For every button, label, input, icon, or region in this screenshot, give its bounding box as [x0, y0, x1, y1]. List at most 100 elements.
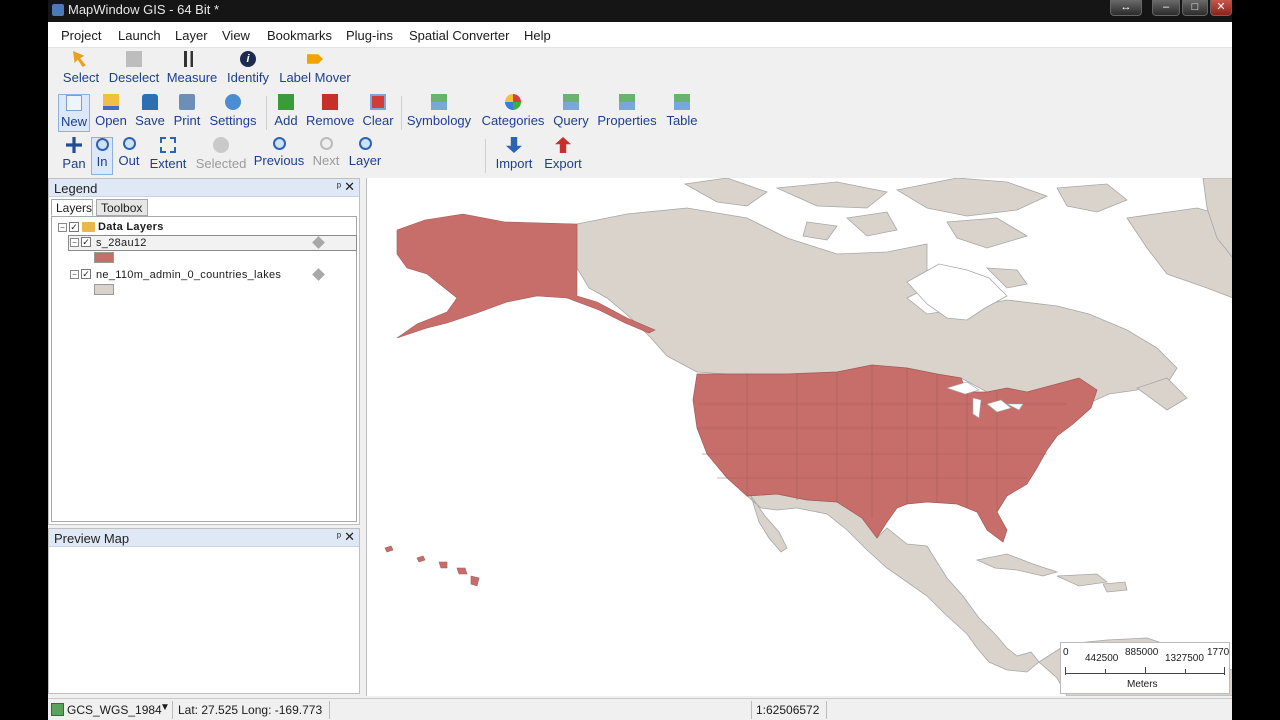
minimize-button[interactable]: – [1152, 0, 1180, 16]
label-mover-button[interactable]: Label Mover [278, 51, 352, 89]
legend-header: Legend ᵖ ✕ [49, 179, 359, 197]
identify-button[interactable]: i Identify [224, 51, 272, 89]
menu-bookmarks[interactable]: Bookmarks [267, 28, 332, 43]
menu-project[interactable]: Project [61, 28, 101, 43]
zoom-out-button[interactable]: Out [116, 137, 142, 175]
layer-checkbox[interactable]: ✓ [81, 269, 91, 279]
new-button[interactable]: New [58, 94, 90, 132]
next-extent-button[interactable]: Next [310, 137, 342, 175]
import-button[interactable]: Import [492, 137, 536, 175]
symbology-button[interactable]: Symbology [406, 94, 472, 132]
toolbar-separator [485, 139, 486, 173]
maximize-button[interactable]: □ [1182, 0, 1208, 16]
menu-plugins[interactable]: Plug-ins [346, 28, 393, 43]
layer-name: s_28au12 [96, 237, 147, 249]
scale-unit: Meters [1127, 679, 1158, 690]
close-window-button[interactable]: ✕ [1210, 0, 1232, 16]
categories-button[interactable]: Categories [481, 94, 545, 132]
deselect-button[interactable]: Deselect [107, 51, 161, 89]
map-scale[interactable]: 1:62506572 [756, 703, 819, 717]
tab-layers[interactable]: Layers [51, 199, 93, 216]
status-separator [826, 701, 827, 719]
menu-help[interactable]: Help [524, 28, 551, 43]
scale-label: 0 [1063, 647, 1069, 658]
print-icon [179, 94, 195, 110]
collapse-icon[interactable]: − [58, 223, 67, 232]
select-button[interactable]: Select [60, 51, 102, 89]
layer-symbol-swatch[interactable] [94, 284, 114, 295]
collapse-icon[interactable]: − [70, 270, 79, 279]
zoom-out-icon [122, 137, 136, 150]
status-separator [172, 701, 173, 719]
clear-layers-button[interactable]: Clear [361, 94, 395, 132]
zoom-selected-icon [213, 137, 229, 153]
remove-layer-button[interactable]: Remove [306, 94, 354, 132]
select-icon [73, 51, 86, 67]
tab-toolbox[interactable]: Toolbox [96, 199, 148, 216]
menu-view[interactable]: View [222, 28, 250, 43]
scale-tick [1105, 669, 1106, 674]
pan-button[interactable]: Pan [60, 137, 88, 175]
scale-tick [1224, 667, 1225, 675]
query-button[interactable]: Query [551, 94, 591, 132]
app-icon [52, 4, 64, 16]
chevron-down-icon[interactable]: ▼ [160, 702, 170, 713]
zoom-in-button[interactable]: In [91, 137, 113, 175]
projection-icon [51, 703, 64, 716]
settings-icon [225, 94, 241, 110]
preview-title: Preview Map [54, 531, 130, 546]
save-button[interactable]: Save [134, 94, 166, 132]
label-mover-icon [307, 54, 323, 64]
zoom-selected-button[interactable]: Selected [194, 137, 248, 175]
scale-tick [1185, 669, 1186, 674]
properties-icon [619, 94, 635, 110]
new-icon [66, 95, 82, 111]
layer-symbol-swatch[interactable] [94, 252, 114, 263]
import-icon [506, 137, 522, 153]
zoom-in-icon [95, 138, 109, 151]
collapse-icon[interactable]: − [70, 238, 79, 247]
toolbar-separator [401, 96, 402, 130]
projection-label[interactable]: GCS_WGS_1984 [67, 703, 162, 717]
pin-icon[interactable]: ᵖ [337, 531, 341, 543]
open-button[interactable]: Open [94, 94, 128, 132]
label-tag-icon[interactable] [312, 268, 325, 281]
close-icon[interactable]: ✕ [344, 179, 355, 195]
coordinates-readout: Lat: 27.525 Long: -169.773 [178, 703, 323, 717]
deselect-icon [126, 51, 142, 67]
properties-button[interactable]: Properties [596, 94, 658, 132]
next-extent-icon [319, 137, 333, 150]
hawaii[interactable] [384, 545, 480, 587]
table-icon [674, 94, 690, 110]
menu-bar: Project Launch Layer View Bookmarks Plug… [48, 22, 1232, 48]
export-button[interactable]: Export [542, 137, 584, 175]
previous-extent-button[interactable]: Previous [253, 137, 305, 175]
table-button[interactable]: Table [664, 94, 700, 132]
restore-arrows-icon[interactable]: ↔ [1110, 0, 1142, 16]
menu-launch[interactable]: Launch [118, 28, 161, 43]
zoom-extent-button[interactable]: Extent [147, 137, 189, 175]
layer-checkbox[interactable]: ✓ [81, 237, 91, 247]
contiguous-usa[interactable] [692, 364, 1098, 543]
menu-spatial-converter[interactable]: Spatial Converter [409, 28, 509, 43]
group-checkbox[interactable]: ✓ [69, 222, 79, 232]
close-icon[interactable]: ✕ [344, 529, 355, 545]
map-svg[interactable] [367, 178, 1232, 696]
status-separator [751, 701, 752, 719]
layers-tree: − ✓ Data Layers − ✓ s_28au12 − ✓ ne_110m… [51, 216, 357, 522]
scale-label: 1327500 [1165, 653, 1204, 664]
scale-label: 442500 [1085, 653, 1119, 664]
map-canvas[interactable]: 0 442500 885000 1327500 1770 Meters [366, 178, 1232, 696]
measure-button[interactable]: Measure [166, 51, 218, 89]
caribbean-islands[interactable] [975, 553, 1128, 593]
print-button[interactable]: Print [172, 94, 202, 132]
add-layer-button[interactable]: Add [272, 94, 300, 132]
settings-button[interactable]: Settings [208, 94, 258, 132]
symbology-icon [431, 94, 447, 110]
pin-icon[interactable]: ᵖ [337, 181, 341, 193]
zoom-layer-button[interactable]: Layer [347, 137, 383, 175]
add-layer-icon [278, 94, 294, 110]
menu-layer[interactable]: Layer [175, 28, 208, 43]
legend-panel: Legend ᵖ ✕ Layers Toolbox − ✓ Data Layer… [48, 178, 360, 525]
folder-icon [82, 222, 95, 232]
